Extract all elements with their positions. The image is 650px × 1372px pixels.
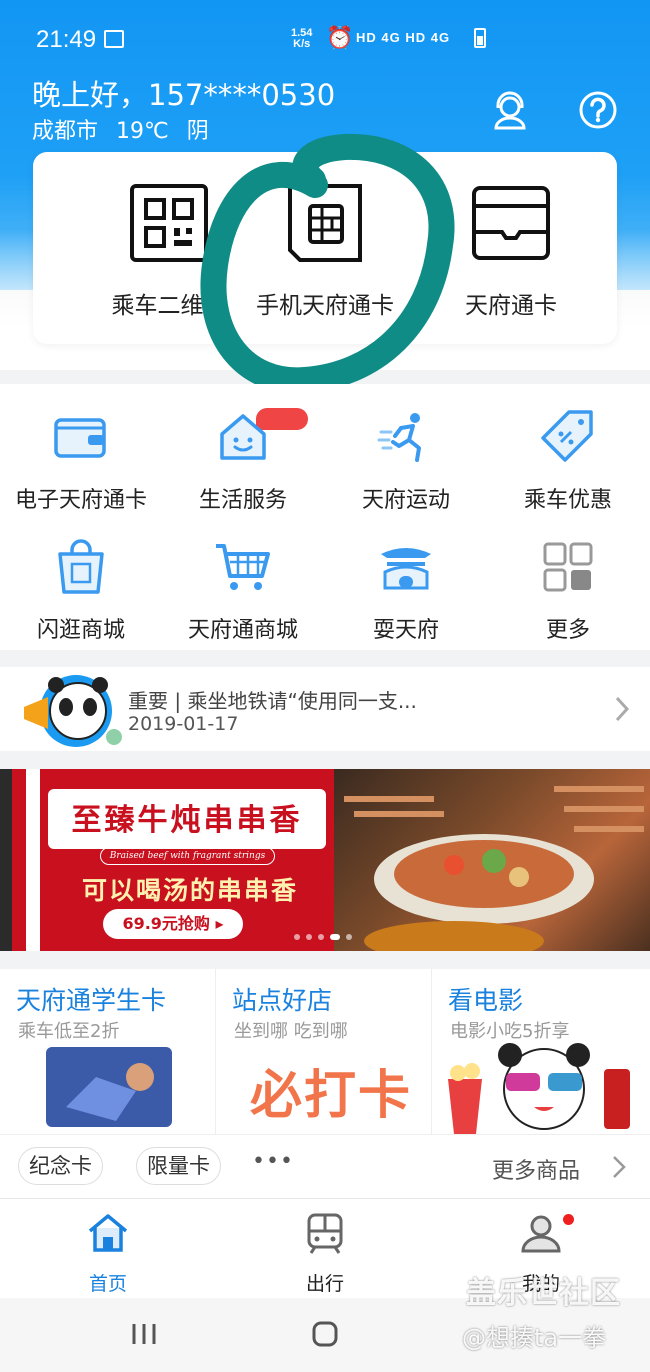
menu-life-service[interactable]: 生活服务	[162, 408, 324, 514]
alarm-icon: ⏰	[326, 26, 354, 51]
menu-fun-tianfu[interactable]: 耍天府	[325, 538, 487, 644]
watermark-author: @想揍ta一拳	[462, 1324, 607, 1352]
transit-card-button[interactable]: 天府通卡	[421, 184, 601, 320]
train-icon	[307, 1213, 343, 1254]
qr-code-button[interactable]: 乘车二维码	[79, 184, 259, 320]
product-tags-row: 纪念卡 限量卡 ••• 更多商品	[0, 1134, 650, 1198]
greeting-text: 晚上好，157****0530	[32, 78, 336, 112]
qr-code-label: 乘车二维码	[111, 293, 227, 319]
menu-e-card[interactable]: 电子天府通卡	[0, 408, 162, 514]
page-dot	[306, 934, 312, 940]
check-in-art: 必打卡	[250, 1066, 413, 1126]
tag-commemorative-card[interactable]: 纪念卡	[18, 1147, 103, 1185]
tab-home[interactable]: 首页	[48, 1211, 168, 1296]
banner-title: 至臻牛炖串串香	[71, 803, 303, 838]
tab-travel[interactable]: 出行	[265, 1211, 385, 1296]
food-illustration	[344, 786, 644, 951]
customer-service-icon[interactable]	[490, 90, 530, 130]
recent-apps-icon[interactable]	[130, 1320, 158, 1348]
status-time: 21:49	[36, 26, 97, 53]
chevron-right-icon[interactable]	[612, 1155, 626, 1179]
status-bar: 21:49 1.54 K/s ⏰ HD 4G HD 4G	[0, 0, 650, 78]
banner-buy-button[interactable]: 69.9元抢购 ▸	[103, 909, 243, 939]
shopping-bag-icon	[58, 539, 104, 594]
temperature: 19℃	[116, 119, 169, 144]
promo-banner[interactable]: 至臻牛炖串串香 Braised beef with fragrant strin…	[0, 769, 650, 951]
transit-card-icon	[472, 186, 550, 260]
home-icon	[88, 1214, 128, 1252]
notification-dot	[563, 1214, 574, 1225]
menu-flash-mall[interactable]: 闪逛商城	[0, 538, 162, 644]
weather-condition: 阴	[186, 119, 209, 144]
panda-movie-image	[448, 1043, 630, 1134]
network-indicator: HD 4G HD 4G	[356, 30, 451, 45]
discount-tag-icon	[541, 410, 593, 462]
page-dot	[318, 934, 324, 940]
home-service-icon	[220, 414, 266, 460]
weather-info: 成都市 19℃ 阴	[32, 113, 227, 145]
feature-tiles: 天府通学生卡 乘车低至2折 站点好店 坐到哪 吃到哪 必打卡 看电影 电影小吃5…	[0, 969, 650, 1134]
home-button-icon[interactable]	[311, 1320, 339, 1348]
tile-station-shops[interactable]: 站点好店 坐到哪 吃到哪 必打卡	[216, 969, 432, 1134]
banner-food-image	[334, 769, 650, 951]
cart-icon	[216, 544, 270, 590]
pavilion-icon	[381, 548, 431, 590]
menu-ride-discount[interactable]: 乘车优惠	[487, 408, 649, 514]
tile-student-card[interactable]: 天府通学生卡 乘车低至2折	[0, 969, 216, 1134]
mobile-card-button[interactable]: 手机天府通卡	[235, 184, 415, 320]
panda-megaphone-icon	[24, 675, 122, 747]
running-icon	[377, 413, 421, 462]
help-icon[interactable]	[578, 90, 618, 130]
more-goods-link[interactable]: 更多商品	[492, 1153, 580, 1185]
page-dot	[294, 934, 300, 940]
quick-actions-card: 乘车二维码 手机天府通卡 天府通卡	[33, 152, 617, 344]
chevron-right-icon	[615, 696, 630, 722]
banner-stripe	[26, 769, 40, 951]
banner-slogan: 可以喝汤的串串香	[81, 876, 298, 905]
wallet-icon	[54, 418, 106, 458]
notice-date: 2019-01-17	[128, 713, 239, 735]
sim-card-icon	[288, 184, 362, 262]
page-dot	[346, 934, 352, 940]
student-card-image	[46, 1047, 172, 1127]
transit-card-label: 天府通卡	[465, 293, 557, 319]
battery-icon	[474, 28, 486, 48]
menu-tft-mall[interactable]: 天府通商城	[162, 538, 324, 644]
more-tags-icon[interactable]: •••	[252, 1149, 294, 1174]
grid-more-icon	[543, 542, 593, 592]
profile-icon	[521, 1215, 561, 1253]
qr-code-icon	[130, 184, 208, 262]
banner-subtitle: Braised beef with fragrant strings	[100, 847, 275, 865]
network-speed: 1.54 K/s	[291, 27, 313, 50]
tag-limited-card[interactable]: 限量卡	[136, 1147, 221, 1185]
tile-movies[interactable]: 看电影 电影小吃5折享	[432, 969, 650, 1134]
banner-pagination	[294, 925, 358, 944]
menu-more[interactable]: 更多	[487, 538, 649, 644]
notice-bar[interactable]: 重要 | 乘坐地铁请“使用同一支... 2019-01-17	[0, 667, 650, 751]
mobile-card-label: 手机天府通卡	[256, 293, 394, 319]
city-label[interactable]: 成都市	[32, 119, 98, 144]
watermark-community: 盖乐世社区	[466, 1276, 621, 1311]
notice-text: 重要 | 乘坐地铁请“使用同一支...	[128, 689, 417, 713]
menu-sports[interactable]: 天府运动	[325, 408, 487, 514]
page-dot-active	[330, 934, 340, 940]
image-notification-icon	[104, 30, 124, 48]
